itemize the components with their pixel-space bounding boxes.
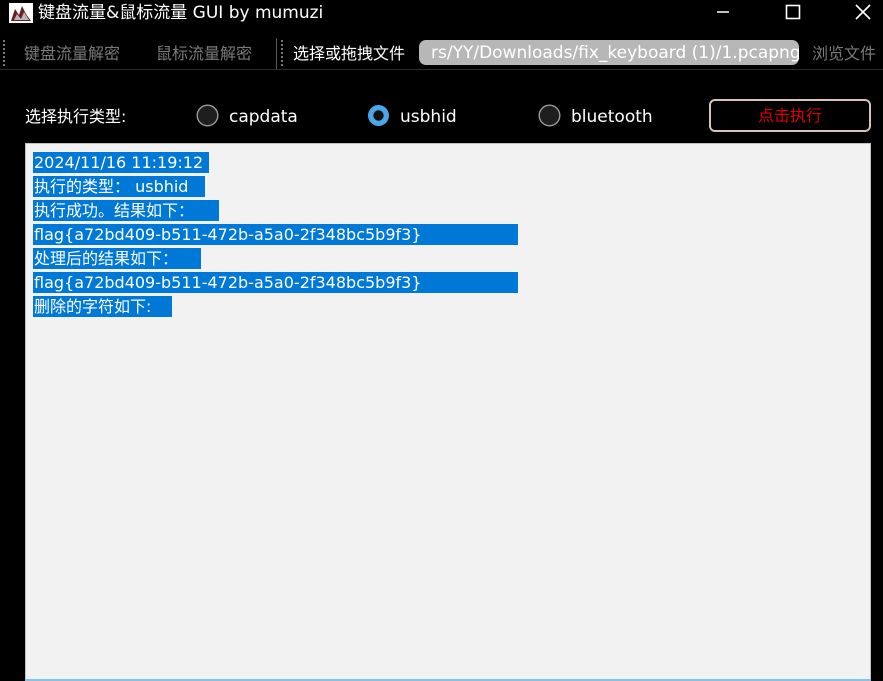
radio-unchecked-icon (196, 104, 219, 127)
toolbar-divider (276, 38, 277, 70)
close-button[interactable] (840, 0, 883, 28)
file-path-value: rs/YY/Downloads/fix_keyboard (1)/1.pcapn… (431, 43, 799, 63)
execute-button[interactable]: 点击执行 (709, 99, 871, 132)
output-line-success: 执行成功。结果如下： (33, 200, 219, 221)
radio-bluetooth[interactable] (538, 104, 561, 127)
output-line-timestamp: 2024/11/16 11:19:12 (33, 152, 209, 173)
app-icon (9, 3, 33, 23)
toolbar-border (0, 69, 883, 70)
minimize-button[interactable] (700, 0, 746, 28)
browse-file-button[interactable]: 浏览文件 (812, 43, 876, 65)
tab-mouse-decrypt[interactable]: 鼠标流量解密 (156, 43, 252, 65)
output-textarea[interactable]: 2024/11/16 11:19:12 执行的类型： usbhid 执行成功。结… (25, 143, 871, 681)
radio-usbhid[interactable] (367, 104, 390, 127)
tab-keyboard-decrypt[interactable]: 键盘流量解密 (24, 43, 120, 65)
file-select-label: 选择或拖拽文件 (293, 44, 406, 63)
radio-unchecked-icon (538, 104, 561, 127)
radio-label-bluetooth[interactable]: bluetooth (571, 106, 653, 128)
output-line-type: 执行的类型： usbhid (33, 176, 205, 197)
radio-capdata[interactable] (196, 104, 219, 127)
close-icon (855, 4, 871, 20)
title-bar: 键盘流量&鼠标流量 GUI by mumuzi (0, 0, 883, 30)
window-title: 键盘流量&鼠标流量 GUI by mumuzi (38, 3, 324, 23)
output-line-deleted: 删除的字符如下: (33, 296, 172, 317)
toolbar-grip-2 (281, 40, 286, 66)
output-line-flag-processed: flag{a72bd409-b511-472b-a5a0-2f348bc5b9f… (33, 272, 518, 293)
app-window: 键盘流量&鼠标流量 GUI by mumuzi 键盘流量解密 鼠标流量解密 选择… (0, 0, 883, 681)
radio-label-capdata[interactable]: capdata (229, 106, 298, 128)
execute-type-label: 选择执行类型: (25, 107, 127, 126)
toolbar-grip (3, 40, 8, 66)
maximize-button[interactable] (770, 0, 816, 28)
output-line-flag-result: flag{a72bd409-b511-472b-a5a0-2f348bc5b9f… (33, 224, 518, 245)
toolbar: 键盘流量解密 鼠标流量解密 选择或拖拽文件 rs/YY/Downloads/fi… (0, 36, 883, 70)
file-path-input[interactable]: rs/YY/Downloads/fix_keyboard (1)/1.pcapn… (419, 40, 799, 65)
maximize-icon (785, 4, 801, 20)
minimize-icon (717, 11, 729, 13)
radio-label-usbhid[interactable]: usbhid (400, 106, 457, 128)
output-line-processed: 处理后的结果如下： (33, 248, 201, 269)
radio-checked-icon (368, 105, 389, 126)
